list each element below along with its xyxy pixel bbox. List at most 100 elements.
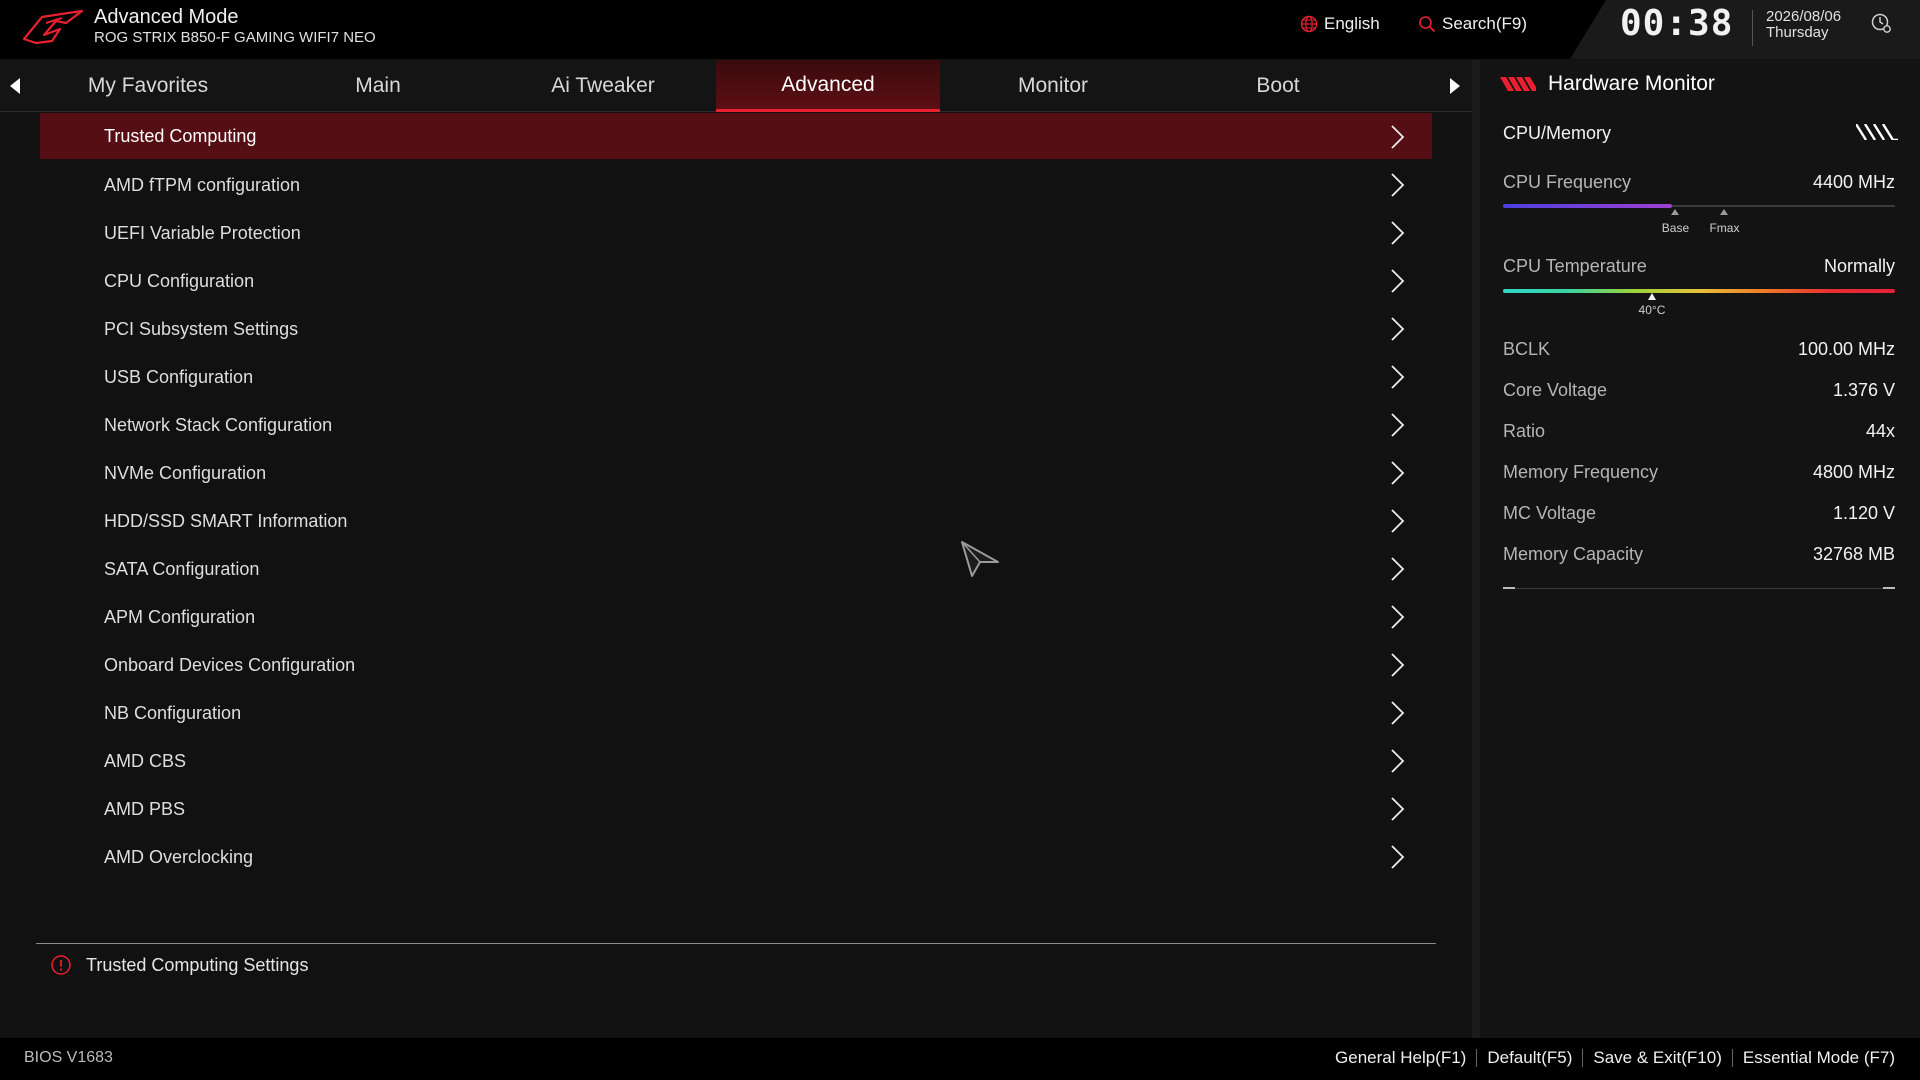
- footer-separator: [1582, 1049, 1584, 1067]
- base-marker: [1671, 209, 1680, 215]
- tab-ai-tweaker[interactable]: Ai Tweaker: [491, 60, 715, 112]
- general-help-button[interactable]: General Help(F1): [1335, 1048, 1466, 1068]
- section-stripes-icon: [1856, 124, 1898, 140]
- tab-boot[interactable]: Boot: [1166, 60, 1390, 112]
- footer-links: General Help(F1) Default(F5) Save & Exit…: [1335, 1048, 1895, 1068]
- clock-settings-icon[interactable]: [1870, 12, 1892, 34]
- base-marker-label: Base: [1661, 221, 1690, 235]
- tab-main[interactable]: Main: [266, 60, 490, 112]
- hw-row-label: MC Voltage: [1503, 503, 1597, 523]
- chevron-right-icon: [1391, 413, 1405, 437]
- tab-advanced[interactable]: Advanced: [716, 60, 940, 112]
- temperature-marker: [1647, 293, 1656, 300]
- temperature-marker-label: 40°C: [1638, 303, 1666, 317]
- menu-item[interactable]: Network Stack Configuration: [40, 401, 1432, 449]
- hw-row: Memory Frequency 4800 MHz: [1503, 462, 1895, 483]
- menu-item[interactable]: AMD Overclocking: [40, 833, 1432, 881]
- menu-item-label: HDD/SSD SMART Information: [104, 510, 348, 531]
- menu-item-label: AMD fTPM configuration: [104, 174, 301, 195]
- hw-bottom-divider: [1503, 588, 1895, 589]
- menu-item-label: NVMe Configuration: [104, 462, 267, 483]
- menu-item[interactable]: SATA Configuration: [40, 545, 1432, 593]
- date: 2026/08/06 Thursday: [1766, 9, 1841, 41]
- stripes-icon: [1500, 77, 1536, 91]
- chevron-right-icon: [1391, 509, 1405, 533]
- menu-item-label: AMD PBS: [104, 798, 186, 819]
- menu-item-label: AMD Overclocking: [104, 846, 254, 867]
- menu-item-label: APM Configuration: [104, 606, 256, 627]
- hw-row-label: Memory Capacity: [1503, 544, 1644, 564]
- chevron-right-icon: [1391, 125, 1405, 149]
- rog-logo-icon: [22, 9, 84, 45]
- chevron-right-icon: [1391, 653, 1405, 677]
- tab-monitor[interactable]: Monitor: [941, 60, 1165, 112]
- chevron-right-icon: [1391, 317, 1405, 341]
- hw-row: Core Voltage 1.376 V: [1503, 380, 1895, 401]
- menu-item[interactable]: PCI Subsystem Settings: [40, 305, 1432, 353]
- hw-bottom-tick-left: [1503, 587, 1515, 589]
- top-bar: Advanced Mode ROG STRIX B850-F GAMING WI…: [0, 0, 1920, 59]
- help-bar: Trusted Computing Settings: [50, 953, 308, 977]
- triangle-left-icon: [10, 78, 20, 94]
- essential-mode-button[interactable]: Essential Mode (F7): [1743, 1048, 1895, 1068]
- cpu-frequency-label: CPU Frequency: [1503, 172, 1632, 192]
- menu-item-label: SATA Configuration: [104, 558, 260, 579]
- hw-row-value: 1.120 V: [1832, 503, 1895, 523]
- menu-item[interactable]: APM Configuration: [40, 593, 1432, 641]
- hardware-monitor-title: Hardware Monitor: [1548, 72, 1715, 95]
- cpu-temperature-value: Normally: [1823, 256, 1895, 276]
- menu-item[interactable]: HDD/SSD SMART Information: [40, 497, 1432, 545]
- help-text: Trusted Computing Settings: [86, 954, 309, 975]
- help-divider: [36, 943, 1436, 944]
- menu-item[interactable]: AMD CBS: [40, 737, 1432, 785]
- hardware-monitor-panel: Hardware Monitor CPU/Memory CPU Frequenc…: [1480, 60, 1920, 1038]
- chevron-right-icon: [1391, 365, 1405, 389]
- cpu-temperature-label: CPU Temperature: [1503, 256, 1647, 276]
- chevron-right-icon: [1391, 269, 1405, 293]
- menu-item[interactable]: AMD PBS: [40, 785, 1432, 833]
- chevron-right-icon: [1391, 605, 1405, 629]
- cpu-frequency-row: CPU Frequency 4400 MHz: [1503, 172, 1895, 193]
- default-button[interactable]: Default(F5): [1487, 1048, 1572, 1068]
- menu-item-label: AMD CBS: [104, 750, 187, 771]
- language-button[interactable]: English: [1300, 13, 1380, 35]
- mouse-cursor-icon: [961, 541, 999, 577]
- menu-item[interactable]: AMD fTPM configuration: [40, 161, 1432, 209]
- cpu-frequency-bar: [1503, 204, 1672, 208]
- search-label: Search(F9): [1442, 14, 1528, 33]
- hw-row: Memory Capacity 32768 MB: [1503, 544, 1895, 565]
- menu-item-label: PCI Subsystem Settings: [104, 318, 299, 339]
- hw-bottom-tick-right: [1883, 587, 1895, 589]
- menu-item[interactable]: Trusted Computing: [40, 113, 1432, 159]
- hw-row-value: 4800 MHz: [1812, 462, 1895, 482]
- tab-next-arrow[interactable]: [1440, 60, 1470, 112]
- tab-prev-arrow[interactable]: [0, 60, 30, 112]
- search-button[interactable]: Search(F9): [1418, 13, 1527, 35]
- menu-item[interactable]: USB Configuration: [40, 353, 1432, 401]
- triangle-right-icon: [1450, 78, 1460, 94]
- menu-item-label: Onboard Devices Configuration: [104, 654, 356, 675]
- save-exit-button[interactable]: Save & Exit(F10): [1593, 1048, 1722, 1068]
- board-name: ROG STRIX B850-F GAMING WIFI7 NEO: [94, 29, 376, 46]
- footer-separator: [1476, 1049, 1478, 1067]
- tab-my-favorites[interactable]: My Favorites: [36, 60, 260, 112]
- menu-item[interactable]: NVMe Configuration: [40, 449, 1432, 497]
- footer: BIOS V1683 General Help(F1) Default(F5) …: [0, 1038, 1920, 1080]
- chevron-right-icon: [1391, 557, 1405, 581]
- globe-icon: [1300, 15, 1318, 33]
- language-label: English: [1324, 14, 1380, 33]
- hw-row-value: 32768 MB: [1812, 544, 1895, 564]
- hardware-monitor-header: Hardware Monitor: [1500, 72, 1715, 96]
- menu-item[interactable]: NB Configuration: [40, 689, 1432, 737]
- menu-item[interactable]: CPU Configuration: [40, 257, 1432, 305]
- clock: 00:38: [1620, 3, 1734, 44]
- menu-item[interactable]: Onboard Devices Configuration: [40, 641, 1432, 689]
- cpu-memory-section-title: CPU/Memory: [1503, 123, 1612, 143]
- menu-item-label: USB Configuration: [104, 366, 254, 387]
- menu-item[interactable]: UEFI Variable Protection: [40, 209, 1432, 257]
- panel-divider: [1472, 60, 1480, 1038]
- menu-item-label: Trusted Computing: [104, 125, 257, 146]
- hw-row-label: Ratio: [1503, 421, 1546, 441]
- bios-version: BIOS V1683: [24, 1049, 113, 1066]
- hw-row-label: BCLK: [1503, 339, 1551, 359]
